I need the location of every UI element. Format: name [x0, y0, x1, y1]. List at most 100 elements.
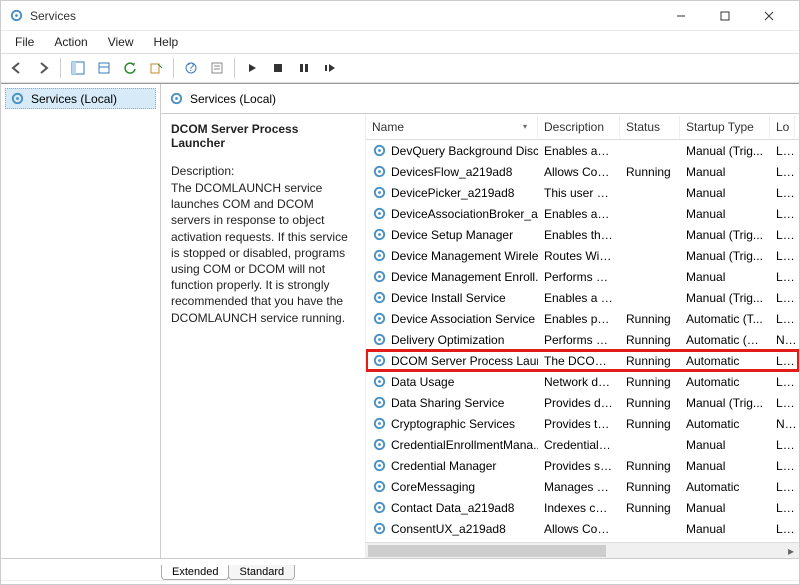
service-logon: Lo [770, 228, 795, 242]
service-logon: Lo [770, 354, 795, 368]
service-logon: Lo [770, 438, 795, 452]
scroll-right-icon[interactable]: ▸ [783, 543, 799, 559]
service-name: DevicesFlow_a219ad8 [391, 165, 512, 179]
nav-tree: Services (Local) [1, 84, 161, 558]
service-row[interactable]: Credential ManagerProvides se...RunningM… [366, 455, 799, 476]
pause-service-button[interactable] [292, 56, 316, 80]
back-button[interactable] [5, 56, 29, 80]
window-title: Services [30, 9, 659, 23]
show-hide-tree-button[interactable] [66, 56, 90, 80]
service-row[interactable]: ConsentUX_a219ad8Allows Con...ManualLo [366, 518, 799, 539]
description-text: The DCOMLAUNCH service launches COM and … [171, 180, 355, 326]
service-startup: Manual (Trig... [680, 291, 770, 305]
menu-file[interactable]: File [5, 33, 44, 51]
service-row[interactable]: Delivery OptimizationPerforms co...Runni… [366, 329, 799, 350]
service-startup: Automatic [680, 375, 770, 389]
col-status[interactable]: Status [620, 116, 680, 138]
service-status: Running [620, 333, 680, 347]
menu-view[interactable]: View [98, 33, 144, 51]
service-row[interactable]: Cryptographic ServicesProvides thr...Run… [366, 413, 799, 434]
tab-extended[interactable]: Extended [161, 565, 229, 580]
service-icon [372, 437, 387, 452]
service-status: Running [620, 375, 680, 389]
service-row[interactable]: Device Install ServiceEnables a c...Manu… [366, 287, 799, 308]
service-description: Allows Con... [538, 522, 620, 536]
tab-standard[interactable]: Standard [228, 565, 295, 580]
start-service-button[interactable] [240, 56, 264, 80]
service-logon: Lo [770, 480, 795, 494]
col-log-on-as[interactable]: Lo [770, 116, 795, 138]
service-logon: Lo [770, 291, 795, 305]
service-row[interactable]: DevQuery Background Disc...Enables app..… [366, 140, 799, 161]
service-icon [372, 311, 387, 326]
service-status: Running [620, 417, 680, 431]
service-name: CredentialEnrollmentMana... [391, 438, 538, 452]
service-name: Cryptographic Services [391, 417, 515, 431]
col-description[interactable]: Description [538, 116, 620, 138]
service-status: Running [620, 396, 680, 410]
service-description: Enables pair... [538, 312, 620, 326]
service-logon: Ne [770, 417, 795, 431]
svg-text:?: ? [188, 61, 195, 74]
close-button[interactable] [747, 2, 791, 30]
service-logon: Lo [770, 396, 795, 410]
service-startup: Manual (Trig... [680, 228, 770, 242]
service-row[interactable]: Device Association ServiceEnables pair..… [366, 308, 799, 329]
service-name: Device Management Enroll... [391, 270, 538, 284]
service-icon [372, 206, 387, 221]
service-startup: Manual [680, 165, 770, 179]
service-icon [372, 416, 387, 431]
service-name: DevicePicker_a219ad8 [391, 186, 514, 200]
service-row[interactable]: DeviceAssociationBroker_a2...Enables app… [366, 203, 799, 224]
scroll-thumb[interactable] [368, 545, 606, 557]
toolbar: ? [1, 53, 799, 83]
service-description: Provides se... [538, 459, 620, 473]
service-status: Running [620, 312, 680, 326]
service-startup: Manual [680, 522, 770, 536]
service-row[interactable]: CredentialEnrollmentMana...Credential E.… [366, 434, 799, 455]
service-icon [372, 521, 387, 536]
export-list-button[interactable] [92, 56, 116, 80]
service-row[interactable]: DevicePicker_a219ad8This user ser...Manu… [366, 182, 799, 203]
service-status: Running [620, 480, 680, 494]
tab-strip: Extended Standard [1, 558, 799, 580]
horizontal-scrollbar[interactable]: ◂ ▸ [366, 542, 799, 558]
service-row[interactable]: Device Management Enroll...Performs D...… [366, 266, 799, 287]
forward-button[interactable] [31, 56, 55, 80]
nav-item-services-local[interactable]: Services (Local) [5, 88, 156, 109]
maximize-button[interactable] [703, 2, 747, 30]
refresh-button[interactable] [118, 56, 142, 80]
menu-action[interactable]: Action [44, 33, 97, 51]
service-name: Contact Data_a219ad8 [391, 501, 514, 515]
service-row[interactable]: DCOM Server Process Laun...The DCOML...R… [366, 350, 799, 371]
service-startup: Manual [680, 186, 770, 200]
col-name[interactable]: Name▾ [366, 116, 538, 138]
col-startup-type[interactable]: Startup Type [680, 116, 770, 138]
minimize-button[interactable] [659, 2, 703, 30]
service-icon [372, 164, 387, 179]
service-row[interactable]: DevicesFlow_a219ad8Allows Con...RunningM… [366, 161, 799, 182]
service-name: DeviceAssociationBroker_a2... [391, 207, 538, 221]
export-button[interactable] [144, 56, 168, 80]
service-description: Indexes con... [538, 501, 620, 515]
service-status: Running [620, 165, 680, 179]
service-row[interactable]: Device Setup ManagerEnables the ...Manua… [366, 224, 799, 245]
service-row[interactable]: Device Management Wirele...Routes Wire..… [366, 245, 799, 266]
menu-help[interactable]: Help [144, 33, 189, 51]
service-name: CoreMessaging [391, 480, 475, 494]
service-name: Data Sharing Service [391, 396, 504, 410]
service-logon: Lo [770, 375, 795, 389]
service-startup: Automatic [680, 417, 770, 431]
service-startup: Manual [680, 438, 770, 452]
properties-button[interactable] [205, 56, 229, 80]
help-button[interactable]: ? [179, 56, 203, 80]
service-description: Provides da... [538, 396, 620, 410]
service-row[interactable]: CoreMessagingManages co...RunningAutomat… [366, 476, 799, 497]
service-row[interactable]: Contact Data_a219ad8Indexes con...Runnin… [366, 497, 799, 518]
service-row[interactable]: Data Sharing Service Provides da...Runnin… [366, 392, 799, 413]
restart-service-button[interactable] [318, 56, 342, 80]
service-startup: Manual [680, 459, 770, 473]
service-startup: Automatic (D... [680, 333, 770, 347]
stop-service-button[interactable] [266, 56, 290, 80]
service-row[interactable]: Data UsageNetwork da...RunningAutomaticL… [366, 371, 799, 392]
